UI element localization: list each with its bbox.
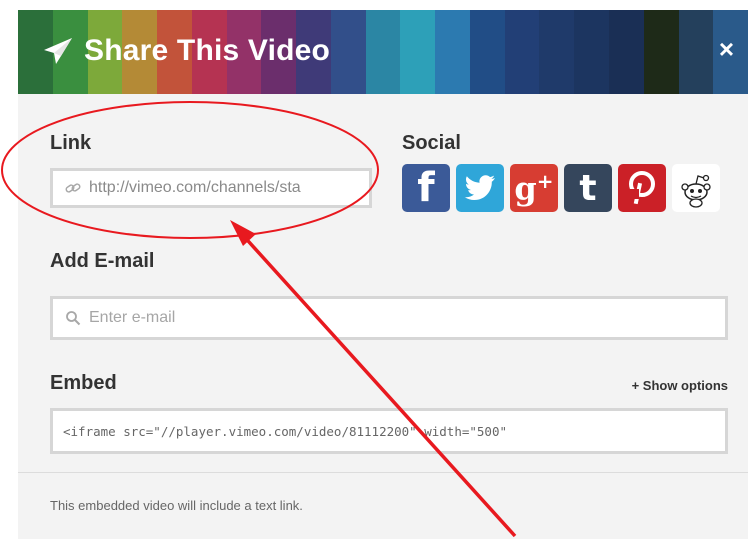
link-url-value: http://vimeo.com/channels/sta [89,179,301,196]
google-plus-icon: g+ [514,168,554,208]
email-placeholder-text: Enter e-mail [89,309,176,326]
embed-label: Embed [50,372,117,394]
header-stripe [678,10,714,94]
tumblr-icon: t [579,167,597,209]
reddit-icon [681,174,711,208]
show-options-link[interactable]: + Show options [632,378,728,393]
link-field[interactable]: http://vimeo.com/channels/sta [50,168,372,208]
search-icon [65,310,81,326]
social-label: Social [402,132,461,154]
tumblr-share-button[interactable]: t [564,164,612,212]
link-label: Link [50,132,92,154]
paper-plane-icon [44,38,72,64]
header-stripe [330,10,366,94]
header-stripe [365,10,401,94]
close-button[interactable]: × [719,34,734,65]
share-video-dialog: Share This Video × Link http://vimeo.com… [18,10,748,539]
embed-code-field[interactable]: <iframe src="//player.vimeo.com/video/81… [50,408,728,454]
dialog-title-text: Share This Video [84,34,331,67]
dialog-title: Share This Video [42,34,330,68]
header-stripe [504,10,540,94]
add-email-label: Add E-mail [50,250,155,272]
header-stripe [435,10,470,94]
header-stripe [609,10,644,94]
header-stripe [469,10,505,94]
social-buttons: f g+ t [402,164,726,212]
header-stripe [643,10,679,94]
pinterest-share-button[interactable] [618,164,666,212]
header-stripe [539,10,575,94]
reddit-share-button[interactable] [672,164,720,212]
embed-footnote: This embedded video will include a text … [50,498,303,513]
embed-code-text: <iframe src="//player.vimeo.com/video/81… [63,423,508,439]
google-plus-share-button[interactable]: g+ [510,164,558,212]
facebook-share-button[interactable]: f [402,164,450,212]
pinterest-icon [629,171,655,205]
header-stripe [400,10,436,94]
facebook-icon: f [417,165,435,211]
twitter-icon [464,175,495,200]
header-stripe [574,10,610,94]
email-input[interactable]: Enter e-mail [50,296,728,340]
link-icon [65,180,81,196]
footer-divider [18,472,748,473]
twitter-share-button[interactable] [456,164,504,212]
